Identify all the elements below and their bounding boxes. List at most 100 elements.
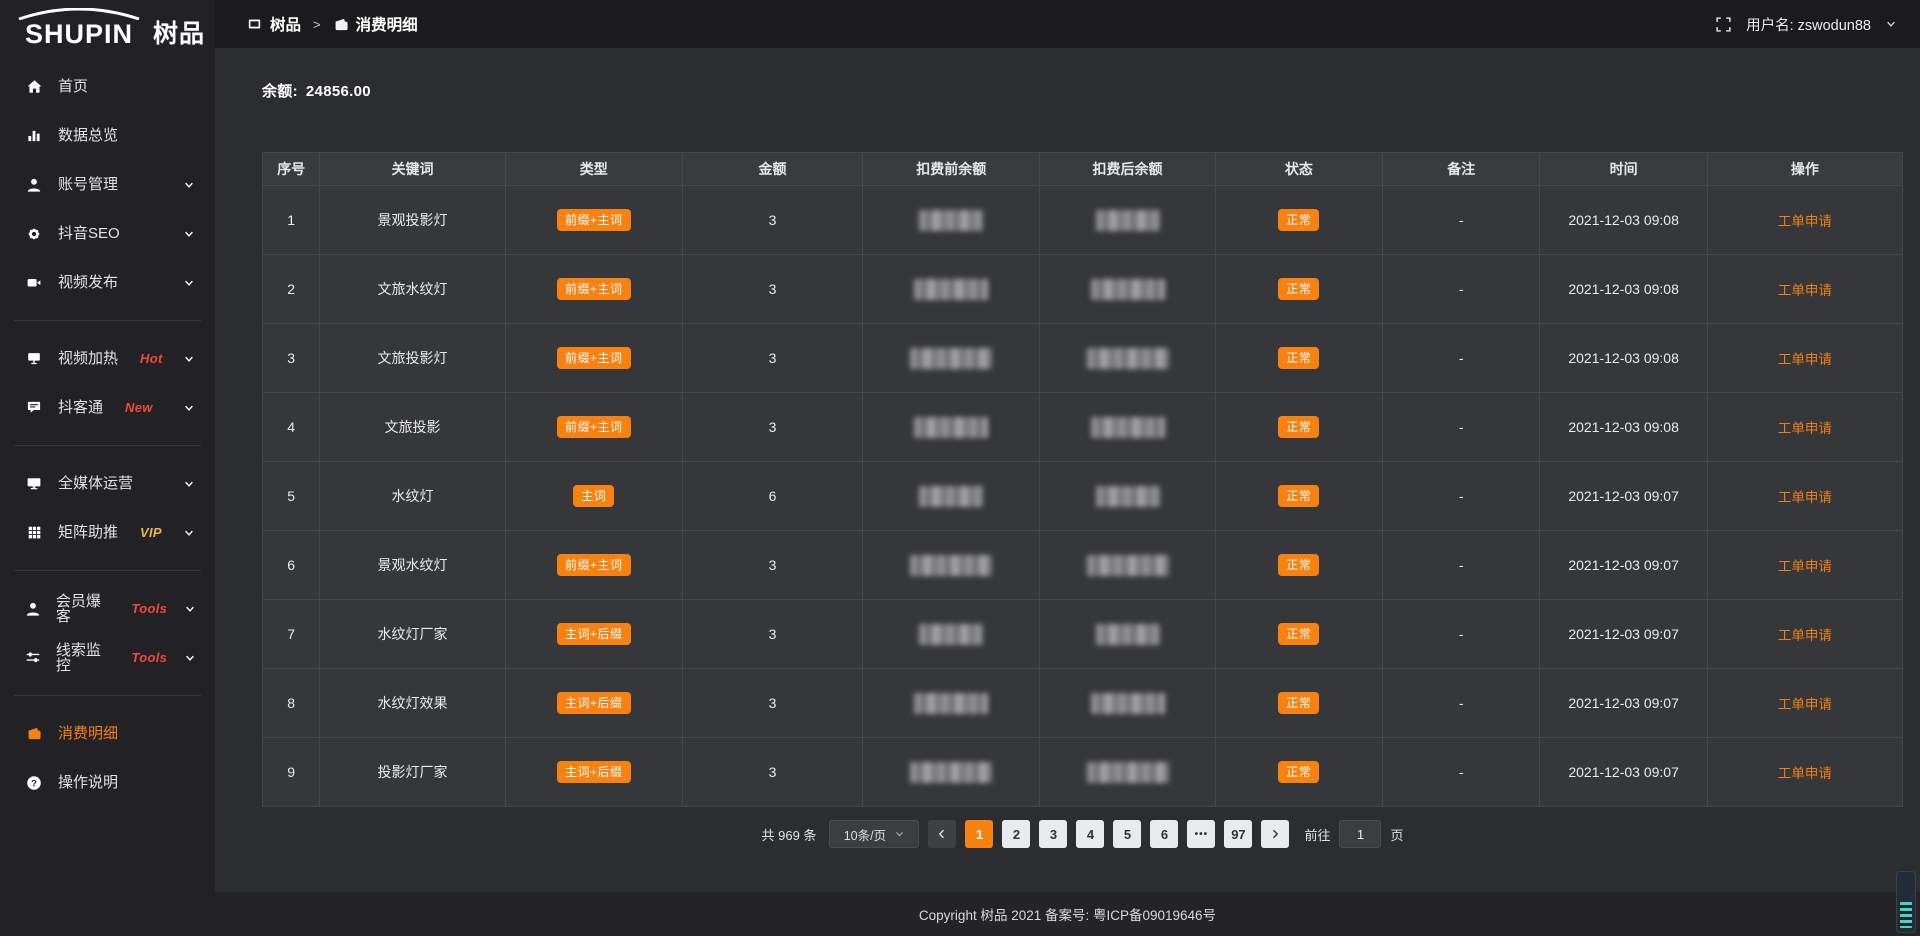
sidebar-item-douyin-seo[interactable]: 抖音SEO [0, 209, 215, 258]
user-icon [24, 176, 44, 194]
page-button-1[interactable]: 1 [965, 820, 993, 848]
page-button-4[interactable]: 4 [1076, 820, 1104, 848]
masked-value [919, 486, 983, 507]
sidebar-nav: 首页数据总览账号管理抖音SEO视频发布视频加热Hot抖客通New 全媒体运营矩阵助… [0, 52, 215, 936]
masked-value [1087, 348, 1169, 369]
masked-value [914, 417, 988, 438]
sidebar-divider [14, 695, 201, 696]
floating-widget[interactable] [1896, 871, 1916, 933]
status-badge: 正常 [1278, 416, 1319, 438]
sidebar-divider [14, 570, 201, 571]
work-order-link[interactable]: 工单申请 [1778, 697, 1832, 712]
balance-value: 24856.00 [306, 83, 371, 100]
work-order-link[interactable]: 工单申请 [1778, 628, 1832, 643]
sidebar-item-video-publish[interactable]: 视频发布 [0, 258, 215, 307]
sidebar-item-home[interactable]: 首页 [0, 62, 215, 111]
work-order-link[interactable]: 工单申请 [1778, 559, 1832, 574]
cell-amount: 3 [682, 738, 862, 807]
work-order-link[interactable]: 工单申请 [1778, 352, 1832, 367]
sidebar-item-lead-monitor[interactable]: 线索监控Tools [0, 633, 215, 682]
page-button-6[interactable]: 6 [1150, 820, 1178, 848]
fullscreen-icon[interactable] [1715, 16, 1732, 33]
page-button-5[interactable]: 5 [1113, 820, 1141, 848]
cell-keyword: 文旅投影灯 [320, 324, 505, 393]
table-header-row: 序号关键词类型金额扣费前余额扣费后余额状态备注时间操作 [263, 153, 1903, 186]
cell-time: 2021-12-03 09:07 [1540, 600, 1707, 669]
table-row: 9投影灯厂家主词+后缀3正常-2021-12-03 09:07工单申请 [263, 738, 1903, 807]
work-order-link[interactable]: 工单申请 [1778, 490, 1832, 505]
username-display[interactable]: 用户名: zswodun88 [1746, 14, 1871, 35]
cell-post_balance [1040, 393, 1215, 462]
prev-page-button[interactable] [928, 820, 956, 848]
next-page-button[interactable] [1261, 820, 1289, 848]
cell-action: 工单申请 [1707, 255, 1902, 324]
sidebar-item-badge: VIP [140, 525, 162, 540]
topbar: 树品>消费明细 用户名: zswodun88 [215, 0, 1920, 48]
sidebar-item-operation-guide[interactable]: ?操作说明 [0, 758, 215, 807]
type-badge: 主词+后缀 [557, 623, 631, 645]
work-order-link[interactable]: 工单申请 [1778, 766, 1832, 781]
cell-amount: 6 [682, 462, 862, 531]
cell-time: 2021-12-03 09:08 [1540, 255, 1707, 324]
sidebar-item-label: 全媒体运营 [58, 476, 133, 491]
page-ellipsis-button[interactable]: ••• [1187, 820, 1215, 848]
cell-post_balance [1040, 462, 1215, 531]
cell-keyword: 文旅投影 [320, 393, 505, 462]
breadcrumb-item[interactable]: 消费明细 [333, 13, 418, 35]
table-row: 5水纹灯主词6正常-2021-12-03 09:07工单申请 [263, 462, 1903, 531]
sidebar: SHUPIN 树品 首页数据总览账号管理抖音SEO视频发布视频加热Hot抖客通N… [0, 0, 215, 936]
cell-pre_balance [863, 393, 1040, 462]
work-order-link[interactable]: 工单申请 [1778, 283, 1832, 298]
gear-icon [24, 225, 44, 243]
breadcrumb-item[interactable]: 树品 [247, 13, 301, 35]
cell-no: 6 [263, 531, 320, 600]
work-order-link[interactable]: 工单申请 [1778, 214, 1832, 229]
user-icon [24, 600, 42, 618]
cell-action: 工单申请 [1707, 462, 1902, 531]
sidebar-item-consumption-detail[interactable]: 消费明细 [0, 709, 215, 758]
sidebar-item-label: 账号管理 [58, 177, 118, 192]
sidebar-item-label: 视频加热 [58, 351, 118, 366]
chevron-down-icon [179, 524, 199, 542]
cell-pre_balance [863, 531, 1040, 600]
cell-time: 2021-12-03 09:07 [1540, 531, 1707, 600]
status-badge: 正常 [1278, 761, 1319, 783]
chevron-down-icon [181, 649, 199, 667]
cell-time: 2021-12-03 09:08 [1540, 393, 1707, 462]
column-header-keyword: 关键词 [320, 153, 505, 186]
sliders-icon [24, 649, 42, 667]
column-header-status: 状态 [1215, 153, 1382, 186]
sidebar-item-matrix-boost[interactable]: 矩阵助推VIP [0, 508, 215, 557]
cell-remark: - [1383, 669, 1540, 738]
page-button-3[interactable]: 3 [1039, 820, 1067, 848]
page-button-97[interactable]: 97 [1224, 820, 1252, 848]
page-size-select[interactable]: 10条/页 [829, 820, 919, 848]
app-window-icon [247, 17, 263, 32]
sidebar-item-doukertong[interactable]: 抖客通New [0, 383, 215, 432]
cell-remark: - [1383, 255, 1540, 324]
cell-type: 主词+后缀 [505, 738, 682, 807]
page-button-2[interactable]: 2 [1002, 820, 1030, 848]
goto-page-input[interactable] [1339, 820, 1381, 848]
cell-keyword: 水纹灯 [320, 462, 505, 531]
grid-icon [24, 524, 44, 542]
type-badge: 前缀+主词 [557, 278, 631, 300]
cell-type: 前缀+主词 [505, 324, 682, 393]
chevron-right-icon [1269, 828, 1281, 840]
column-header-pre_balance: 扣费前余额 [863, 153, 1040, 186]
sidebar-item-member-baoke[interactable]: 会员爆客Tools [0, 584, 215, 633]
topbar-right: 用户名: zswodun88 [1715, 14, 1898, 35]
cell-status: 正常 [1215, 324, 1382, 393]
work-order-link[interactable]: 工单申请 [1778, 421, 1832, 436]
sidebar-item-data-overview[interactable]: 数据总览 [0, 111, 215, 160]
cell-status: 正常 [1215, 255, 1382, 324]
sidebar-item-omni-media[interactable]: 全媒体运营 [0, 459, 215, 508]
sidebar-item-account-management[interactable]: 账号管理 [0, 160, 215, 209]
chevron-down-icon[interactable] [1885, 18, 1898, 31]
cell-status: 正常 [1215, 462, 1382, 531]
table-row: 3文旅投影灯前缀+主词3正常-2021-12-03 09:08工单申请 [263, 324, 1903, 393]
sidebar-item-video-heating[interactable]: 视频加热Hot [0, 334, 215, 383]
cell-type: 前缀+主词 [505, 186, 682, 255]
cell-remark: - [1383, 738, 1540, 807]
app-logo: SHUPIN 树品 [0, 0, 215, 52]
